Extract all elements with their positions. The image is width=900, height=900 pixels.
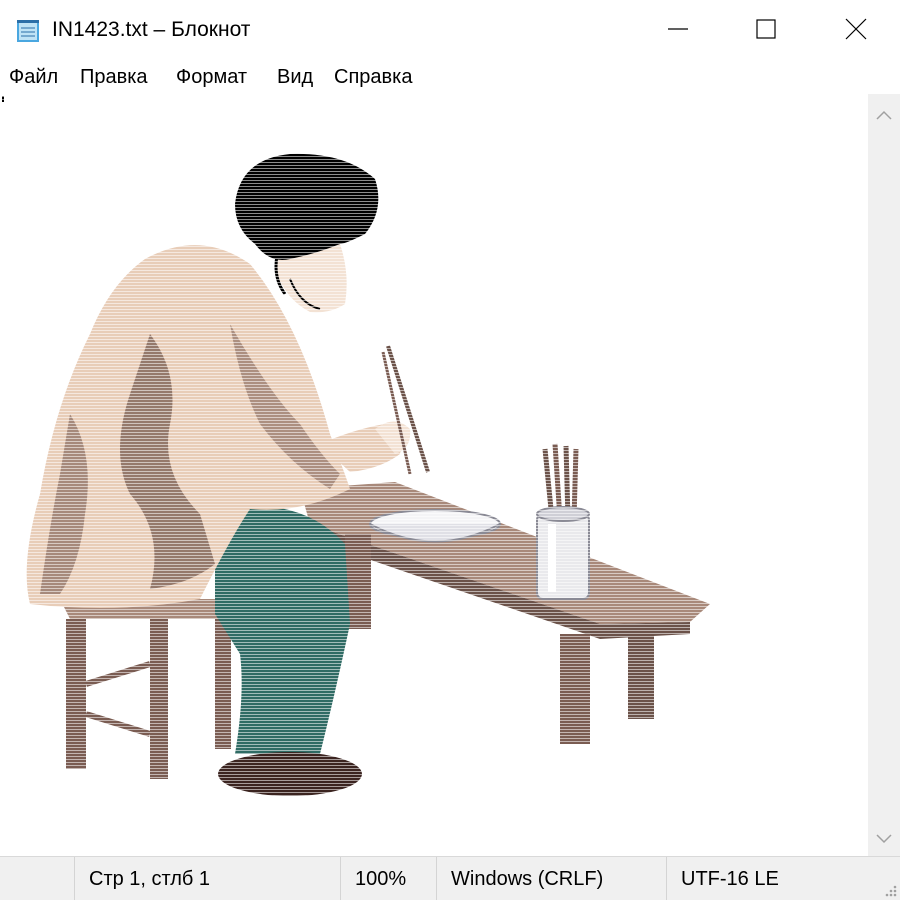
window-title: IN1423.txt – Блокнот [52,18,251,41]
close-icon [845,18,867,40]
line-endings: Windows (CRLF) [436,857,666,900]
status-bar: Стр 1, стлб 1 100% Windows (CRLF) UTF-16… [0,856,900,900]
close-button[interactable] [810,0,900,58]
menu-bar: Файл Правка Формат Вид Справка [0,60,900,94]
menu-file[interactable]: Файл [9,64,58,90]
menu-edit[interactable]: Правка [80,64,148,90]
scroll-up-button[interactable] [868,98,900,132]
menu-view[interactable]: Вид [277,64,313,90]
vertical-scrollbar[interactable] [868,94,900,856]
minimize-icon [668,28,688,30]
cursor-position: Стр 1, стлб 1 [74,857,340,900]
ascii-art-illustration [0,94,868,856]
notepad-icon [17,20,39,42]
title-bar: IN1423.txt – Блокнот [0,0,900,60]
maximize-button[interactable] [720,0,812,58]
zoom-level: 100% [340,857,436,900]
chevron-up-icon [876,110,892,120]
resize-grip-icon[interactable] [882,882,898,898]
text-editor-area[interactable] [0,94,868,856]
chevron-down-icon [876,834,892,844]
menu-format[interactable]: Формат [176,64,247,90]
minimize-button[interactable] [632,0,724,58]
scroll-down-button[interactable] [868,822,900,856]
maximize-icon [756,19,776,39]
encoding: UTF-16 LE [666,857,900,900]
menu-help[interactable]: Справка [334,64,412,90]
